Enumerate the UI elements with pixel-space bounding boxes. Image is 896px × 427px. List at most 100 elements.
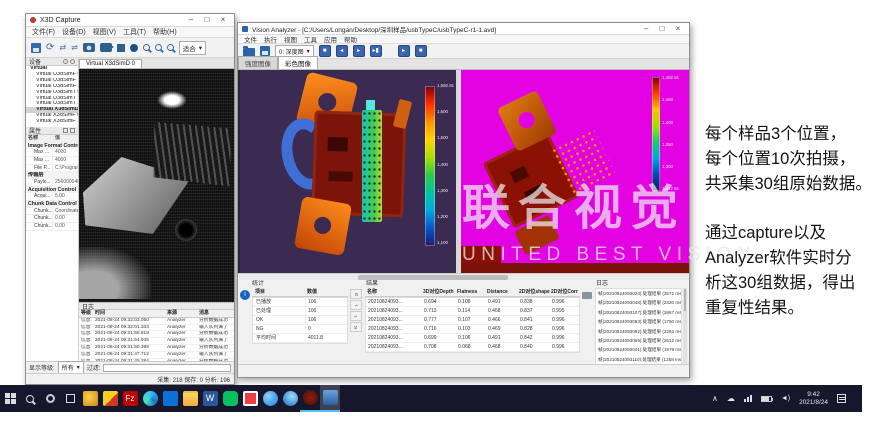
tab-color-image[interactable]: 彩色图像 [278, 56, 318, 69]
stats-row[interactable]: 已播放 106 [253, 298, 347, 307]
search-icon[interactable] [20, 385, 40, 412]
menu-item[interactable]: 执行 [264, 34, 277, 44]
property-row[interactable]: Chunk...CoordinateC [26, 208, 78, 216]
menu-item[interactable]: 文件 [244, 34, 257, 44]
property-row[interactable]: Acqui...5.00 [26, 193, 78, 201]
log-line[interactable]: 帧(20210824093092):处理结果 (2263 ms) [598, 327, 681, 336]
network-icon[interactable] [744, 395, 752, 402]
next-row-button[interactable]: ‹ [350, 311, 362, 321]
record-button[interactable]: ■ [415, 45, 427, 57]
prev-row-button[interactable]: ‹ [350, 300, 362, 310]
log-row[interactable]: 信息 2021-08-24 09:31:50.388 Analyzer 分析数据… [79, 345, 234, 352]
results-row[interactable]: 20210824093... 0.699 0.106 0.491 0.842 0… [366, 334, 579, 343]
task-view-icon[interactable] [60, 385, 80, 412]
mail-icon[interactable] [160, 385, 180, 412]
property-section-title[interactable]: Image Format Control [26, 143, 78, 150]
property-row[interactable]: Chunk...0.00 [26, 215, 78, 223]
wechat-icon[interactable] [220, 385, 240, 412]
tray-expand-icon[interactable]: ∧ [712, 394, 718, 404]
menu-item[interactable]: 帮助(H) [153, 27, 177, 37]
step-forward-button[interactable]: ▸▮ [370, 45, 382, 57]
log-row[interactable]: 信息 2021-08-24 09:31:58.819 Analyzer 分析数据… [79, 331, 234, 338]
menu-item[interactable]: 帮助 [344, 34, 357, 44]
menu-item[interactable]: 视图(V) [93, 27, 116, 37]
menu-item[interactable]: 工具 [304, 34, 317, 44]
zoom-level-select[interactable]: 适合▾ [179, 41, 206, 55]
volume-icon[interactable]: ◄) [781, 394, 790, 404]
clock[interactable]: 9:42 2021/8/24 [799, 391, 828, 407]
print-icon[interactable] [582, 292, 592, 299]
filter-input[interactable] [103, 364, 231, 372]
menu-item[interactable]: 视图 [284, 34, 297, 44]
tab-intensity-image[interactable]: 强度图像 [238, 56, 278, 69]
log-line[interactable]: 帧(20210824093110):处理结果 (1258 ms) [598, 355, 681, 364]
results-row[interactable]: 20210824093... 0.694 0.108 0.491 0.838 0… [366, 298, 579, 307]
record-icon[interactable] [130, 44, 138, 52]
app-red-icon[interactable] [240, 385, 260, 412]
camera-icon[interactable] [83, 43, 95, 52]
browser-2-icon[interactable] [280, 385, 300, 412]
minimize-button[interactable]: – [184, 15, 198, 25]
info-icon[interactable]: i [240, 290, 250, 300]
browser-1-icon[interactable] [260, 385, 280, 412]
cortana-icon[interactable] [40, 385, 60, 412]
tree-item[interactable]: Virtual X3dSimF 1 [26, 119, 78, 125]
onedrive-cloud-icon[interactable]: ☁ [727, 394, 735, 404]
depth-image-left[interactable]: 1,692.911,6001,5001,4001,3001,2001,100 [240, 70, 456, 273]
last-row-button[interactable]: « [350, 322, 362, 332]
collapse-all-icon[interactable] [70, 128, 75, 133]
menu-item[interactable]: 设备(D) [62, 27, 86, 37]
refresh-icon[interactable]: ⟳ [46, 43, 54, 53]
edge-icon[interactable] [140, 385, 160, 412]
notepad-icon[interactable] [100, 385, 120, 412]
connect-icon[interactable]: ⇌ [71, 43, 78, 53]
expand-all-icon[interactable] [63, 128, 68, 133]
stop-icon[interactable] [117, 44, 125, 52]
log-row[interactable]: 信息 2021-08-24 09:32:03.050 Analyzer 分析数据… [79, 318, 234, 325]
zoom-fit-icon[interactable] [167, 44, 174, 51]
property-row[interactable]: Chunk...0.00 [26, 223, 78, 231]
maximize-button[interactable]: □ [200, 15, 214, 25]
property-row[interactable]: Max ...4000 [26, 157, 78, 165]
link-icon[interactable]: ⇄ [59, 43, 66, 53]
zoom-in-icon[interactable] [143, 44, 150, 51]
log-line[interactable]: 帧(20210824093069):处理结果 (2612 ms) [598, 336, 681, 345]
property-row[interactable]: Paylo...256000048 [26, 179, 78, 187]
stop-button[interactable]: ■ [319, 45, 331, 57]
save-icon[interactable] [31, 43, 41, 53]
property-row[interactable]: File P...C:\Program Fil... [26, 165, 78, 173]
save-icon[interactable] [260, 46, 270, 56]
property-section-title[interactable]: Chunk Data Control [26, 201, 78, 208]
log-line[interactable]: 帧(20210824093053):处理结果 (1750 ms) [598, 317, 681, 326]
log-line[interactable]: 帧(20210824093041):处理结果 (1979 ms) [598, 345, 681, 354]
word-icon[interactable]: W [200, 385, 220, 412]
start-button[interactable] [0, 385, 20, 412]
filezilla-icon[interactable]: Fz [120, 385, 140, 412]
log-row[interactable]: 信息 2021-08-24 09:31:47.712 Analyzer 输入队列… [79, 352, 234, 359]
maximize-button[interactable]: □ [655, 24, 669, 34]
property-section-title[interactable]: Acquisition Control [26, 187, 78, 194]
minimize-button[interactable]: – [639, 24, 653, 34]
menu-item[interactable]: 文件(F) [32, 27, 55, 37]
app-yellow-icon[interactable] [80, 385, 100, 412]
close-button[interactable]: × [671, 24, 685, 34]
video-icon[interactable] [100, 43, 112, 52]
results-row[interactable]: 20210824093... 0.777 0.107 0.466 0.841 0… [366, 316, 579, 325]
results-row[interactable]: 20210824093... 0.708 0.068 0.468 0.840 0… [366, 343, 579, 352]
step-back-button[interactable]: ◂ [336, 45, 348, 57]
stats-row[interactable]: 平均时间 4011.8 [253, 334, 347, 343]
notifications-icon[interactable] [837, 394, 846, 403]
log-line[interactable]: 帧(20210824093024):处理结果 (2572 ms) [598, 289, 681, 298]
height-image-right[interactable]: 1,492.911,4501,4001,3501,3001,247.91 [461, 70, 689, 273]
refresh-devices-icon[interactable] [63, 59, 68, 64]
first-row-button[interactable]: « [350, 289, 362, 299]
play-button[interactable]: ▸ [353, 45, 365, 57]
analyzer-log-list[interactable]: 帧(20210824093024):处理结果 (2572 ms)帧(202108… [595, 288, 682, 365]
run-button[interactable]: ▸ [398, 45, 410, 57]
log-row[interactable]: 信息 2021-08-24 09:32:01.333 Analyzer 输入队列… [79, 325, 234, 332]
stats-row[interactable]: NG 0 [253, 325, 347, 334]
log-line[interactable]: 帧(20210824093048):处理结果 (2320 ms) [598, 298, 681, 307]
grayscale-scan-image[interactable] [79, 69, 234, 302]
vision-analyzer-taskbar-icon[interactable] [320, 385, 340, 412]
tab-virtual-x3dsimd0[interactable]: Virtual X3dSimD 0 [79, 59, 142, 68]
